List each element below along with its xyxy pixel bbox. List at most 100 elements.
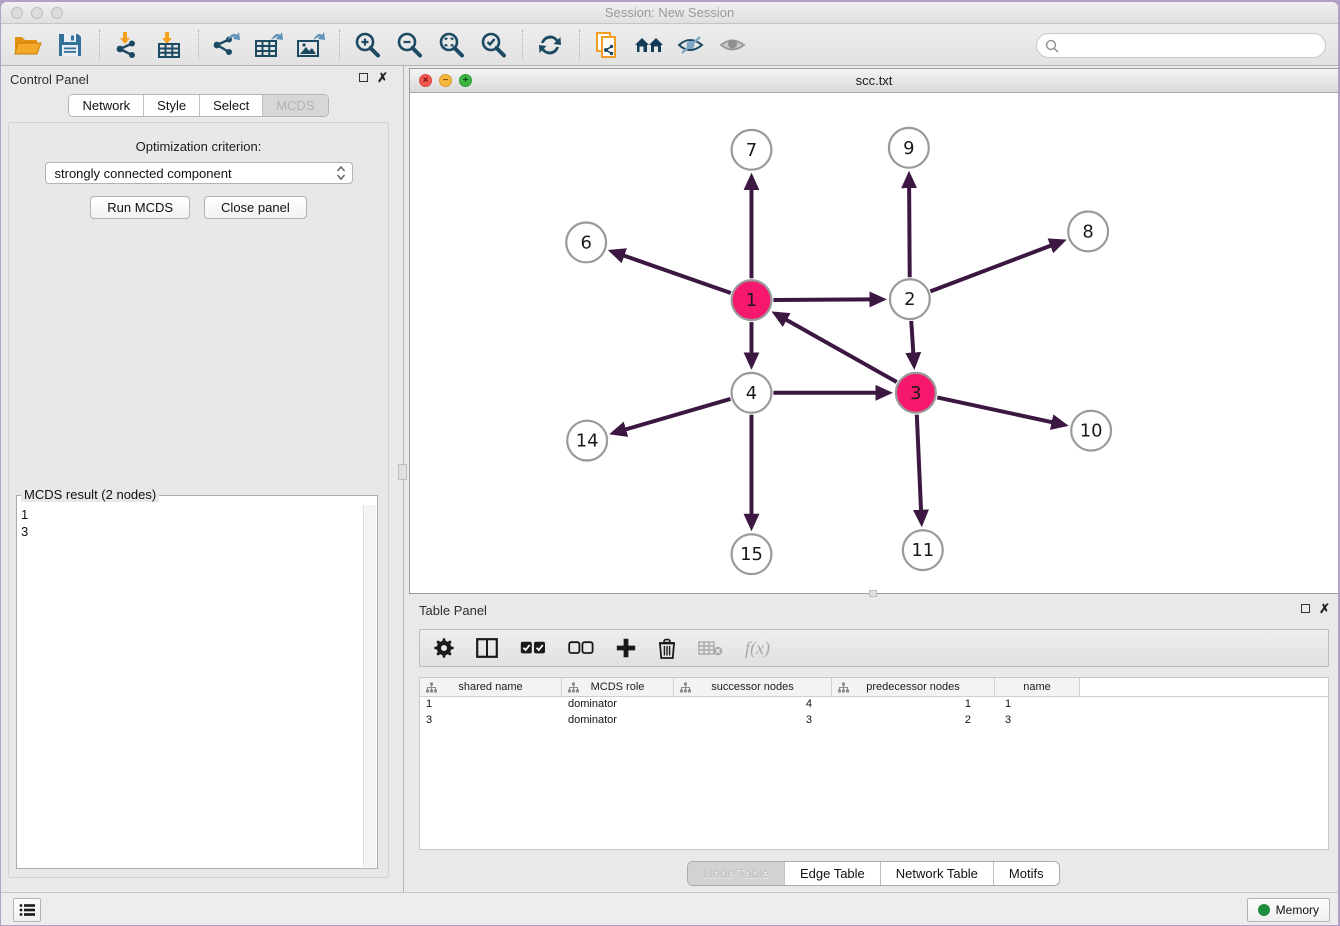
network-canvas[interactable]: 7968124314101511 — [410, 94, 1338, 593]
export-table-button[interactable] — [251, 28, 285, 62]
result-scrollbar[interactable] — [363, 505, 376, 867]
float-panel-icon[interactable] — [359, 73, 368, 82]
app-titlebar: Session: New Session — [1, 2, 1338, 24]
graph-node-label-4: 4 — [746, 383, 757, 404]
table-row[interactable]: 3 dominator 3 2 3 — [420, 713, 1328, 729]
export-network-button[interactable] — [209, 28, 243, 62]
graph-node-label-14: 14 — [576, 431, 599, 452]
import-table-button[interactable] — [152, 28, 186, 62]
memory-status-icon — [1258, 904, 1270, 916]
select-all-checkboxes-icon[interactable] — [520, 641, 546, 655]
vertical-splitter[interactable] — [396, 66, 409, 892]
memory-label: Memory — [1276, 903, 1319, 917]
graph-edge-3-10[interactable] — [937, 397, 1053, 422]
column-header-predecessor-nodes[interactable]: predecessor nodes — [832, 678, 995, 696]
close-panel-button[interactable]: Close panel — [204, 196, 307, 219]
export-network-icon — [211, 31, 241, 59]
add-column-icon[interactable] — [616, 638, 636, 658]
status-bar: Memory — [1, 892, 1338, 925]
tab-node-table[interactable]: Node Table — [688, 862, 785, 885]
tab-network-table[interactable]: Network Table — [881, 862, 994, 885]
network-view-title: scc.txt — [410, 73, 1338, 88]
run-mcds-button[interactable]: Run MCDS — [90, 196, 190, 219]
settings-gear-icon[interactable] — [434, 638, 454, 658]
toolbar-separator — [198, 30, 199, 60]
column-label: shared name — [458, 681, 522, 693]
tab-mcds[interactable]: MCDS — [263, 95, 327, 116]
export-image-button[interactable] — [293, 28, 327, 62]
graph-edge-2-3[interactable] — [911, 321, 913, 354]
function-builder-icon[interactable]: f(x) — [745, 638, 770, 659]
tab-network[interactable]: Network — [69, 95, 144, 116]
optimization-criterion-select[interactable]: strongly connected component — [45, 162, 353, 184]
close-panel-icon[interactable]: ✗ — [377, 72, 388, 83]
hide-selected-button[interactable] — [674, 28, 708, 62]
import-network-button[interactable] — [110, 28, 144, 62]
zoom-in-button[interactable] — [350, 28, 384, 62]
tab-style[interactable]: Style — [144, 95, 200, 116]
search-box[interactable] — [1036, 33, 1326, 58]
table-panel-title: Table Panel — [419, 603, 487, 618]
control-panel: Control Panel ✗ Network Style Select MCD… — [1, 66, 396, 892]
graph-edge-2-8[interactable] — [930, 245, 1051, 291]
export-image-icon — [295, 31, 325, 59]
graph-node-label-15: 15 — [740, 544, 763, 565]
app-title: Session: New Session — [1, 5, 1338, 20]
open-session-button[interactable] — [11, 28, 45, 62]
mcds-panel: Optimization criterion: strongly connect… — [8, 122, 389, 878]
deselect-all-checkboxes-icon[interactable] — [568, 641, 594, 655]
graph-edge-1-2[interactable] — [773, 299, 871, 300]
refresh-icon — [536, 31, 564, 59]
show-task-history-button[interactable] — [13, 898, 41, 922]
double-home-icon — [633, 32, 665, 58]
table-header-row: shared name MCDS role successor nodes pr… — [420, 678, 1328, 697]
save-session-button[interactable] — [53, 28, 87, 62]
column-header-name[interactable]: name — [995, 678, 1080, 696]
toolbar-separator — [339, 30, 340, 60]
close-table-panel-icon[interactable]: ✗ — [1319, 603, 1330, 614]
tab-edge-table[interactable]: Edge Table — [785, 862, 881, 885]
graph-edge-4-14[interactable] — [624, 399, 730, 430]
clone-network-button[interactable] — [590, 28, 624, 62]
float-table-panel-icon[interactable] — [1301, 604, 1310, 613]
selected-criterion: strongly connected component — [55, 166, 336, 181]
splitter-grip[interactable] — [869, 590, 877, 597]
graph-edge-3-11[interactable] — [917, 415, 921, 512]
refresh-view-button[interactable] — [533, 28, 567, 62]
select-stepper-icon — [336, 165, 346, 181]
splitter-grip[interactable] — [398, 464, 407, 480]
search-input[interactable] — [1059, 38, 1325, 53]
column-header-shared-name[interactable]: shared name — [420, 678, 562, 696]
graph-node-label-11: 11 — [911, 540, 934, 561]
graph-edge-3-1[interactable] — [785, 319, 896, 382]
graph-node-label-10: 10 — [1080, 421, 1103, 442]
export-table-icon — [253, 31, 283, 59]
cell-successor-nodes: 3 — [674, 713, 832, 729]
delete-column-icon[interactable] — [658, 638, 676, 659]
node-table[interactable]: shared name MCDS role successor nodes pr… — [419, 677, 1329, 850]
show-all-networks-button[interactable] — [632, 28, 666, 62]
mcds-result-text[interactable]: 1 3 — [21, 506, 363, 866]
delete-table-icon[interactable] — [698, 640, 723, 656]
table-row[interactable]: 1 dominator 4 1 1 — [420, 697, 1328, 713]
memory-button[interactable]: Memory — [1247, 898, 1330, 922]
graph-edge-2-9[interactable] — [909, 187, 910, 278]
zoom-selected-button[interactable] — [476, 28, 510, 62]
tab-motifs[interactable]: Motifs — [994, 862, 1059, 885]
zoom-fit-button[interactable] — [434, 28, 468, 62]
cell-name: 3 — [995, 713, 1080, 729]
eye-slash-icon — [676, 33, 706, 57]
graph-node-label-2: 2 — [904, 289, 915, 310]
app-window: Session: New Session — [1, 2, 1338, 925]
zoom-out-button[interactable] — [392, 28, 426, 62]
column-header-successor-nodes[interactable]: successor nodes — [674, 678, 832, 696]
network-graph[interactable]: 7968124314101511 — [410, 94, 1338, 593]
column-header-mcds-role[interactable]: MCDS role — [562, 678, 674, 696]
zoom-selected-icon — [479, 31, 507, 59]
column-layout-icon[interactable] — [476, 638, 498, 658]
toolbar-separator — [579, 30, 580, 60]
toolbar-separator — [99, 30, 100, 60]
tab-select[interactable]: Select — [200, 95, 263, 116]
graph-edge-1-6[interactable] — [623, 255, 731, 293]
show-hidden-button[interactable] — [716, 28, 750, 62]
